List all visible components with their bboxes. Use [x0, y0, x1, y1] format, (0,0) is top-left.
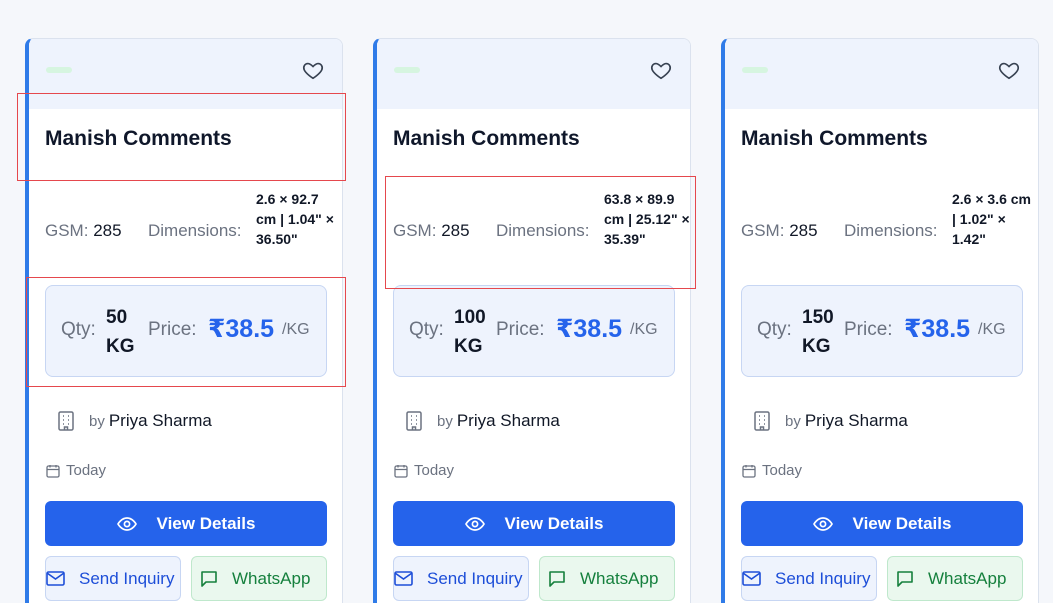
gsm-value: 285 [789, 221, 818, 240]
card-title: Manish Comments [741, 127, 928, 150]
qty-label: Qty: [409, 319, 444, 340]
gsm-value: 285 [93, 221, 122, 240]
qty-price-box: Qty: 50 KG Price: ₹38.5 /KG [45, 285, 327, 377]
eye-icon [116, 516, 137, 531]
listing-card: Manish Comments GSM: 285 Dimensions: 63.… [373, 38, 691, 603]
chat-icon [201, 570, 217, 587]
chat-icon [549, 570, 565, 587]
card-header [725, 39, 1038, 109]
price-value: ₹38.5 [556, 315, 623, 343]
date: Today [742, 462, 802, 479]
price-label: Price: [496, 319, 545, 340]
calendar-icon [46, 464, 60, 478]
send-inquiry-label: Send Inquiry [427, 568, 523, 588]
card-header [29, 39, 342, 109]
gsm: GSM: 285 [393, 221, 470, 241]
gsm-label: GSM: [393, 221, 437, 240]
heart-icon[interactable] [302, 59, 324, 81]
view-details-label: View Details [504, 513, 604, 533]
qty-value: 50 KG [106, 307, 135, 357]
gsm-label: GSM: [45, 221, 89, 240]
gsm-value: 285 [441, 221, 470, 240]
status-pill [742, 67, 768, 73]
price-label: Price: [844, 319, 893, 340]
gsm: GSM: 285 [45, 221, 122, 241]
price-unit: /KG [282, 321, 310, 338]
view-details-label: View Details [852, 513, 952, 533]
whatsapp-button[interactable]: WhatsApp [539, 556, 675, 601]
dimensions-value: 2.6 × 3.6 cm | 1.02" × 1.42" [952, 191, 1032, 247]
send-inquiry-button[interactable]: Send Inquiry [45, 556, 181, 601]
listing-card: Manish Comments GSM: 285 Dimensions: 2.6… [25, 38, 343, 603]
qty-label: Qty: [61, 319, 96, 340]
price-label: Price: [148, 319, 197, 340]
date: Today [394, 462, 454, 479]
whatsapp-label: WhatsApp [580, 568, 659, 588]
seller: by Priya Sharma [405, 411, 560, 431]
by-label: by [437, 412, 453, 430]
dimensions-value: 2.6 × 92.7 cm | 1.04" × 36.50" [256, 191, 334, 247]
dimensions-label: Dimensions: [844, 221, 938, 240]
date-value: Today [66, 462, 107, 479]
price-unit: /KG [978, 321, 1006, 338]
date-value: Today [762, 462, 803, 479]
view-details-button[interactable]: View Details [741, 501, 1023, 546]
qty-value: 150 KG [802, 307, 834, 357]
whatsapp-label: WhatsApp [928, 568, 1007, 588]
listing-card: Manish Comments GSM: 285 Dimensions: 2.6… [721, 38, 1039, 603]
whatsapp-button[interactable]: WhatsApp [191, 556, 327, 601]
view-details-label: View Details [156, 513, 256, 533]
mail-icon [46, 571, 65, 586]
building-icon [406, 411, 422, 431]
card-header [377, 39, 690, 109]
building-icon [58, 411, 74, 431]
seller-name[interactable]: Priya Sharma [109, 411, 212, 431]
send-inquiry-button[interactable]: Send Inquiry [741, 556, 877, 601]
mail-icon [394, 571, 413, 586]
whatsapp-label: WhatsApp [232, 568, 311, 588]
send-inquiry-label: Send Inquiry [775, 568, 871, 588]
status-pill [394, 67, 420, 73]
price-unit: /KG [630, 321, 658, 338]
price-value: ₹38.5 [208, 315, 275, 343]
building-icon [754, 411, 770, 431]
gsm-label: GSM: [741, 221, 785, 240]
seller: by Priya Sharma [753, 411, 908, 431]
mail-icon [742, 571, 761, 586]
send-inquiry-button[interactable]: Send Inquiry [393, 556, 529, 601]
dimensions-label: Dimensions: [496, 221, 590, 240]
view-details-button[interactable]: View Details [393, 501, 675, 546]
by-label: by [89, 412, 105, 430]
status-pill [46, 67, 72, 73]
dimensions-value: 63.8 × 89.9 cm | 25.12" × 35.39" [604, 191, 690, 247]
qty-price-box: Qty: 150 KG Price: ₹38.5 /KG [741, 285, 1023, 377]
view-details-button[interactable]: View Details [45, 501, 327, 546]
seller-name[interactable]: Priya Sharma [805, 411, 908, 431]
specs: GSM: 285 Dimensions: 2.6 × 3.6 cm | 1.02… [741, 189, 1031, 269]
specs: GSM: 285 Dimensions: 2.6 × 92.7 cm | 1.0… [45, 189, 334, 269]
eye-icon [464, 516, 485, 531]
gsm: GSM: 285 [741, 221, 818, 241]
qty-price-box: Qty: 100 KG Price: ₹38.5 /KG [393, 285, 675, 377]
heart-icon[interactable] [650, 59, 672, 81]
eye-icon [812, 516, 833, 531]
calendar-icon [742, 464, 756, 478]
whatsapp-button[interactable]: WhatsApp [887, 556, 1023, 601]
date: Today [46, 462, 106, 479]
seller-name[interactable]: Priya Sharma [457, 411, 560, 431]
date-value: Today [414, 462, 455, 479]
calendar-icon [394, 464, 408, 478]
seller: by Priya Sharma [57, 411, 212, 431]
send-inquiry-label: Send Inquiry [79, 568, 175, 588]
by-label: by [785, 412, 801, 430]
specs: GSM: 285 Dimensions: 63.8 × 89.9 cm | 25… [393, 189, 690, 269]
card-title: Manish Comments [393, 127, 580, 150]
dimensions-label: Dimensions: [148, 221, 242, 240]
chat-icon [897, 570, 913, 587]
heart-icon[interactable] [998, 59, 1020, 81]
qty-label: Qty: [757, 319, 792, 340]
qty-value: 100 KG [454, 307, 486, 357]
price-value: ₹38.5 [904, 315, 971, 343]
card-title: Manish Comments [45, 127, 232, 150]
